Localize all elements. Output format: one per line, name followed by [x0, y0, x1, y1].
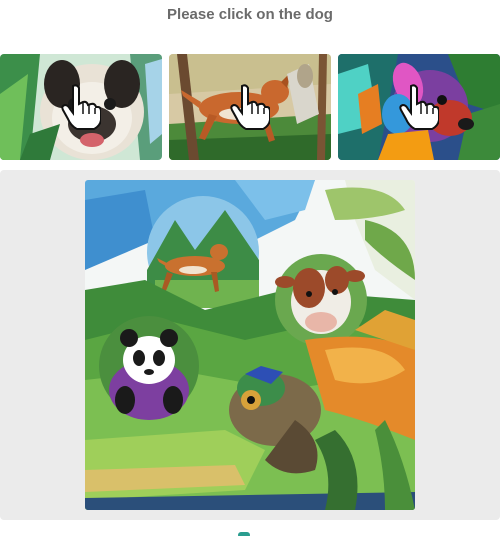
captcha-widget: Please click on the dog	[0, 0, 500, 536]
example-image-pug[interactable]	[0, 54, 162, 160]
captcha-prompt: Please click on the dog	[167, 6, 333, 23]
hand-pointer-icon	[230, 84, 270, 130]
footer-indicator-icon	[238, 532, 250, 536]
hand-pointer-icon	[61, 84, 101, 130]
footer	[0, 528, 500, 536]
jungle-scene-illustration	[85, 180, 415, 510]
challenge-image[interactable]	[85, 180, 415, 510]
hand-pointer-icon	[399, 84, 439, 130]
example-images-row	[0, 54, 500, 160]
example-image-running-dog[interactable]	[169, 54, 331, 160]
example-image-colorful-dog[interactable]	[338, 54, 500, 160]
